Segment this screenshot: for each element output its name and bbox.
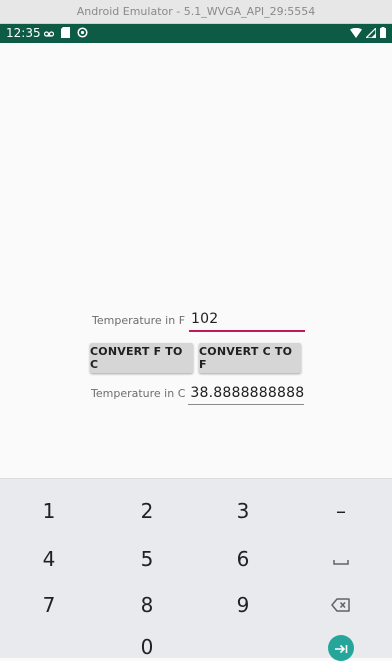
- sd-card-icon: [61, 27, 70, 41]
- celsius-label: Temperature in C: [91, 387, 186, 400]
- status-bar: 12:35: [0, 24, 392, 43]
- battery-icon: [380, 27, 386, 41]
- key-space[interactable]: [311, 539, 371, 579]
- key-2[interactable]: 2: [117, 491, 177, 531]
- enter-key[interactable]: [328, 635, 354, 661]
- enter-icon: [334, 639, 348, 658]
- key-0[interactable]: 0: [117, 631, 177, 659]
- key-8[interactable]: 8: [117, 585, 177, 625]
- key-1[interactable]: 1: [19, 491, 79, 531]
- key-minus[interactable]: –: [311, 491, 371, 531]
- app-content: Temperature in F 102 CONVERT F TO C CONV…: [0, 43, 392, 478]
- status-time: 12:35: [6, 26, 41, 40]
- key-backspace[interactable]: [311, 585, 371, 625]
- fahrenheit-input[interactable]: 102: [189, 311, 306, 332]
- wifi-icon: [350, 27, 362, 41]
- fahrenheit-row: Temperature in F 102: [92, 311, 306, 332]
- key-7[interactable]: 7: [19, 585, 79, 625]
- celsius-row: Temperature in C 38.888888888888: [91, 385, 305, 405]
- space-icon: [333, 547, 349, 571]
- key-5[interactable]: 5: [117, 539, 177, 579]
- convert-c-to-f-button[interactable]: CONVERT C TO F: [199, 343, 301, 373]
- fahrenheit-label: Temperature in F: [92, 314, 186, 327]
- celsius-output[interactable]: 38.888888888888: [188, 385, 305, 405]
- numeric-keyboard: 1 2 3 – 4 5 6 7 8 9 0: [0, 478, 392, 661]
- emulator-title-bar: Android Emulator - 5.1_WVGA_API_29:5554: [0, 0, 392, 24]
- emulator-title: Android Emulator - 5.1_WVGA_API_29:5554: [76, 5, 316, 18]
- key-3[interactable]: 3: [213, 491, 273, 531]
- key-6[interactable]: 6: [213, 539, 273, 579]
- signal-icon: [364, 26, 377, 41]
- key-9[interactable]: 9: [213, 585, 273, 625]
- voicemail-icon: [43, 27, 55, 41]
- data-saver-icon: [77, 27, 88, 41]
- backspace-icon: [331, 593, 351, 617]
- convert-f-to-c-button[interactable]: CONVERT F TO C: [90, 343, 193, 373]
- key-4[interactable]: 4: [19, 539, 79, 579]
